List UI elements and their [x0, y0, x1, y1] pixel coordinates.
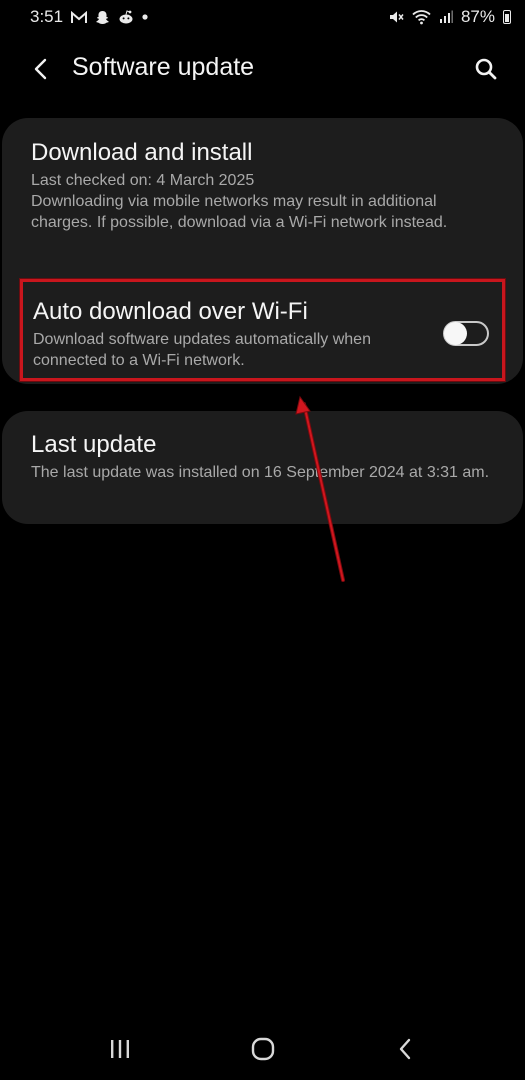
- download-description: Downloading via mobile networks may resu…: [31, 193, 448, 231]
- auto-download-item[interactable]: Auto download over Wi-Fi Download softwa…: [20, 279, 505, 381]
- status-time: 3:51: [30, 7, 64, 26]
- search-button[interactable]: [469, 52, 503, 86]
- status-right: 87%: [388, 7, 511, 27]
- last-update-card: Last update The last update was installe…: [2, 411, 523, 524]
- download-and-install-title: Download and install: [31, 139, 253, 166]
- search-icon: [475, 58, 497, 80]
- snapchat-icon: [95, 8, 110, 26]
- auto-download-toggle[interactable]: [443, 321, 489, 346]
- recents-icon: [111, 1040, 129, 1058]
- dot-icon: [142, 8, 148, 26]
- last-update-description: The last update was installed on 16 Sept…: [31, 464, 490, 481]
- battery-percentage: 87%: [460, 7, 495, 26]
- navigation-bar: [0, 1018, 525, 1080]
- page-title: Software update: [72, 53, 255, 81]
- wifi-icon: [412, 8, 431, 26]
- nav-back-icon: [399, 1038, 411, 1060]
- recents-button[interactable]: [100, 1029, 140, 1069]
- back-arrow-icon: [34, 58, 47, 80]
- signal-icon: [439, 8, 453, 26]
- gmail-icon: [71, 8, 88, 26]
- last-update-item[interactable]: Last update The last update was installe…: [31, 430, 499, 483]
- app-bar: Software update: [0, 40, 525, 96]
- last-update-title: Last update: [31, 431, 157, 458]
- update-options-card: Download and install Last checked on: 4 …: [2, 118, 523, 384]
- auto-download-title: Auto download over Wi-Fi: [33, 298, 308, 325]
- auto-download-description: Download software updates automatically …: [33, 331, 371, 369]
- reddit-icon: [118, 8, 134, 26]
- battery-icon: [503, 10, 511, 24]
- download-and-install-item[interactable]: Download and install Last checked on: 4 …: [31, 138, 499, 233]
- status-left: 3:51: [30, 7, 148, 27]
- screen: 3:51 87% Software update Download and in…: [0, 0, 525, 1080]
- back-button[interactable]: [24, 52, 58, 86]
- home-button[interactable]: [243, 1029, 283, 1069]
- status-bar: 3:51 87%: [0, 0, 525, 34]
- home-icon: [251, 1037, 274, 1061]
- toggle-knob: [444, 322, 467, 345]
- mute-icon: [388, 8, 404, 26]
- last-checked-text: Last checked on: 4 March 2025: [31, 172, 255, 189]
- nav-back-button[interactable]: [385, 1029, 425, 1069]
- auto-download-text: Auto download over Wi-Fi Download softwa…: [33, 297, 433, 371]
